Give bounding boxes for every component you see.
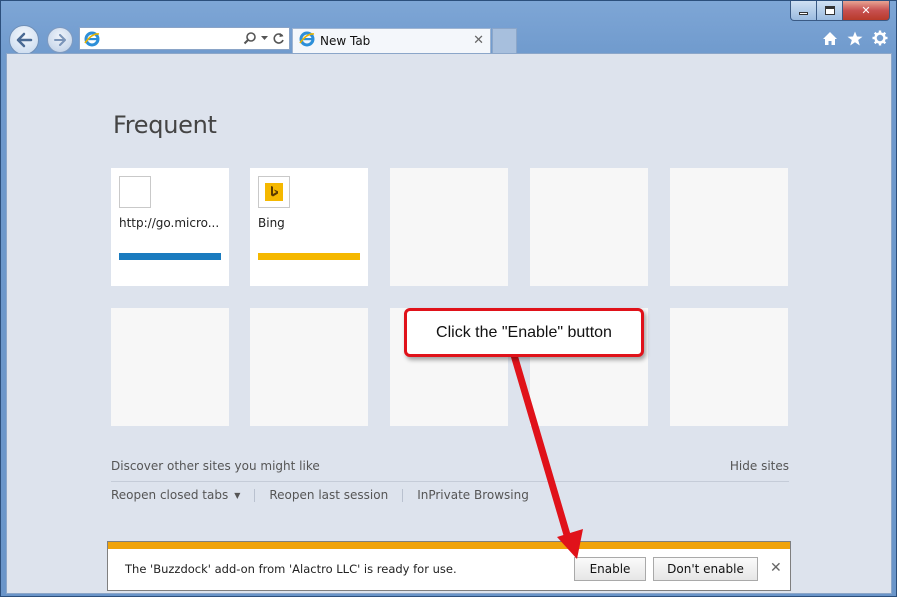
frequent-tile-bing[interactable]: Bing xyxy=(250,168,368,286)
maximize-button[interactable] xyxy=(817,1,843,21)
chevron-down-icon[interactable]: ▼ xyxy=(234,491,240,500)
maximize-icon xyxy=(824,6,835,15)
reopen-closed-tabs-link[interactable]: Reopen closed tabs xyxy=(111,488,228,502)
back-button[interactable] xyxy=(9,25,39,55)
close-icon[interactable]: ✕ xyxy=(770,560,782,576)
tab-close-icon[interactable]: ✕ xyxy=(473,33,484,48)
favorites-star-icon[interactable] xyxy=(847,31,863,46)
close-window-button[interactable]: ✕ xyxy=(843,1,890,21)
forward-button[interactable] xyxy=(47,27,73,53)
ie-logo-icon xyxy=(84,31,100,51)
home-icon[interactable] xyxy=(822,31,838,46)
separator xyxy=(402,488,404,502)
frequent-tile-empty xyxy=(390,168,508,286)
tile-accent-bar xyxy=(119,253,221,260)
minimize-icon xyxy=(799,12,808,15)
separator xyxy=(254,488,256,502)
frequent-tile-empty xyxy=(111,308,229,426)
dropdown-arrow-icon[interactable] xyxy=(261,35,268,41)
tab-new-tab[interactable]: New Tab ✕ xyxy=(292,28,491,53)
frequent-tile-empty xyxy=(250,308,368,426)
bing-icon xyxy=(258,176,290,208)
reopen-last-session-link[interactable]: Reopen last session xyxy=(269,488,388,502)
caption-buttons: ✕ xyxy=(790,1,890,21)
refresh-icon[interactable] xyxy=(272,32,285,45)
back-arrow-icon xyxy=(16,32,33,48)
discover-sites-link[interactable]: Discover other sites you might like xyxy=(111,459,320,473)
enable-button[interactable]: Enable xyxy=(574,557,646,581)
forward-arrow-icon xyxy=(54,34,66,46)
minimize-button[interactable] xyxy=(790,1,817,21)
gear-icon[interactable] xyxy=(872,30,888,46)
reopen-row: Reopen closed tabs ▼ Reopen last session… xyxy=(111,488,529,502)
address-bar[interactable] xyxy=(79,27,290,50)
ie-logo-icon xyxy=(299,31,315,51)
divider xyxy=(111,481,789,482)
new-tab-button[interactable] xyxy=(492,28,517,53)
frequent-tile-microsoft[interactable]: http://go.micro... xyxy=(111,168,229,286)
instruction-callout: Click the "Enable" button xyxy=(404,308,644,357)
addon-notification-bar: The 'Buzzdock' add-on from 'Alactro LLC'… xyxy=(107,541,791,591)
site-favicon xyxy=(119,176,151,208)
browser-window: ✕ New Tab ✕ Frequent http://go.micro... … xyxy=(0,0,897,597)
dont-enable-button[interactable]: Don't enable xyxy=(653,557,758,581)
hide-sites-link[interactable]: Hide sites xyxy=(730,459,789,473)
notification-stripe xyxy=(108,542,790,549)
frequent-tile-empty xyxy=(530,168,648,286)
notification-message: The 'Buzzdock' add-on from 'Alactro LLC'… xyxy=(125,562,457,576)
frequent-tile-empty xyxy=(670,168,788,286)
tab-title: New Tab xyxy=(320,34,371,48)
toolbar-icons xyxy=(822,30,888,46)
close-icon: ✕ xyxy=(861,4,871,17)
page-title: Frequent xyxy=(113,111,217,139)
tile-label: http://go.micro... xyxy=(119,216,220,230)
address-tools xyxy=(243,31,285,45)
tile-label: Bing xyxy=(258,216,285,230)
frequent-tile-empty xyxy=(670,308,788,426)
tile-accent-bar xyxy=(258,253,360,260)
inprivate-browsing-link[interactable]: InPrivate Browsing xyxy=(417,488,529,502)
search-icon[interactable] xyxy=(243,31,257,45)
